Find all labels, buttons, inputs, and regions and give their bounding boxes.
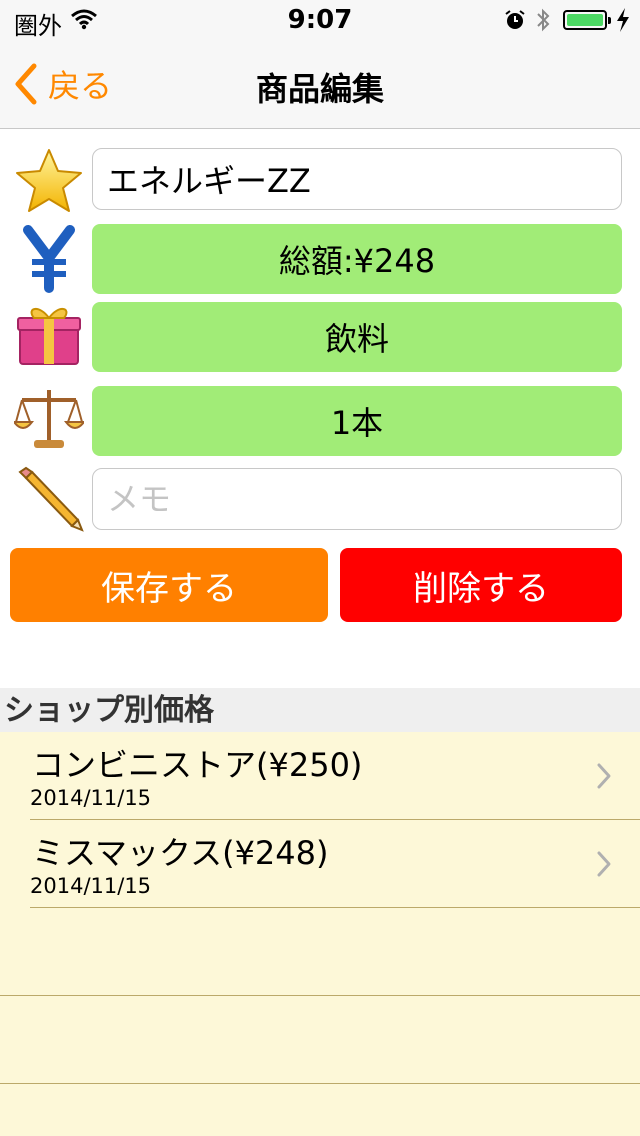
shop-date: 2014/11/15 — [30, 786, 152, 810]
delete-label: 削除する — [413, 568, 549, 609]
shop-name: コンビニストア(¥250) — [32, 746, 363, 784]
total-button[interactable]: 総額:¥248 — [92, 224, 622, 294]
save-label: 保存する — [101, 568, 237, 609]
save-button[interactable]: 保存する — [10, 548, 328, 622]
alarm-icon — [505, 10, 525, 29]
yen-icon — [23, 225, 75, 293]
pencil-icon — [18, 466, 84, 532]
section-header: ショップ別価格 — [0, 688, 640, 732]
shop-row[interactable]: ミスマックス(¥248) 2014/11/15 — [0, 820, 640, 908]
battery-icon — [563, 10, 611, 30]
row-divider — [0, 1083, 640, 1084]
charging-icon — [617, 8, 629, 32]
delete-button[interactable]: 削除する — [340, 548, 622, 622]
category-label: 飲料 — [324, 320, 389, 358]
star-icon — [16, 149, 82, 212]
chevron-right-icon — [597, 763, 611, 789]
product-name-input[interactable] — [92, 148, 622, 210]
total-label: 総額:¥248 — [278, 242, 436, 280]
status-bar: 圏外 9:07 — [0, 0, 640, 40]
shop-name: ミスマックス(¥248) — [32, 834, 329, 872]
gift-icon — [17, 308, 81, 365]
navigation-bar: 戻る 商品編集 — [0, 40, 640, 129]
bluetooth-icon — [537, 8, 550, 32]
shop-date: 2014/11/15 — [30, 874, 152, 898]
scale-icon — [14, 390, 84, 448]
row-divider — [30, 907, 640, 908]
quantity-label: 1本 — [330, 404, 384, 442]
quantity-button[interactable]: 1本 — [92, 386, 622, 456]
page-title: 商品編集 — [255, 70, 384, 108]
category-button[interactable]: 飲料 — [92, 302, 622, 372]
chevron-right-icon — [597, 851, 611, 877]
row-divider — [0, 995, 640, 996]
shop-row[interactable]: コンビニストア(¥250) 2014/11/15 — [0, 732, 640, 820]
section-title: ショップ別価格 — [4, 693, 214, 728]
memo-input[interactable] — [92, 468, 622, 530]
